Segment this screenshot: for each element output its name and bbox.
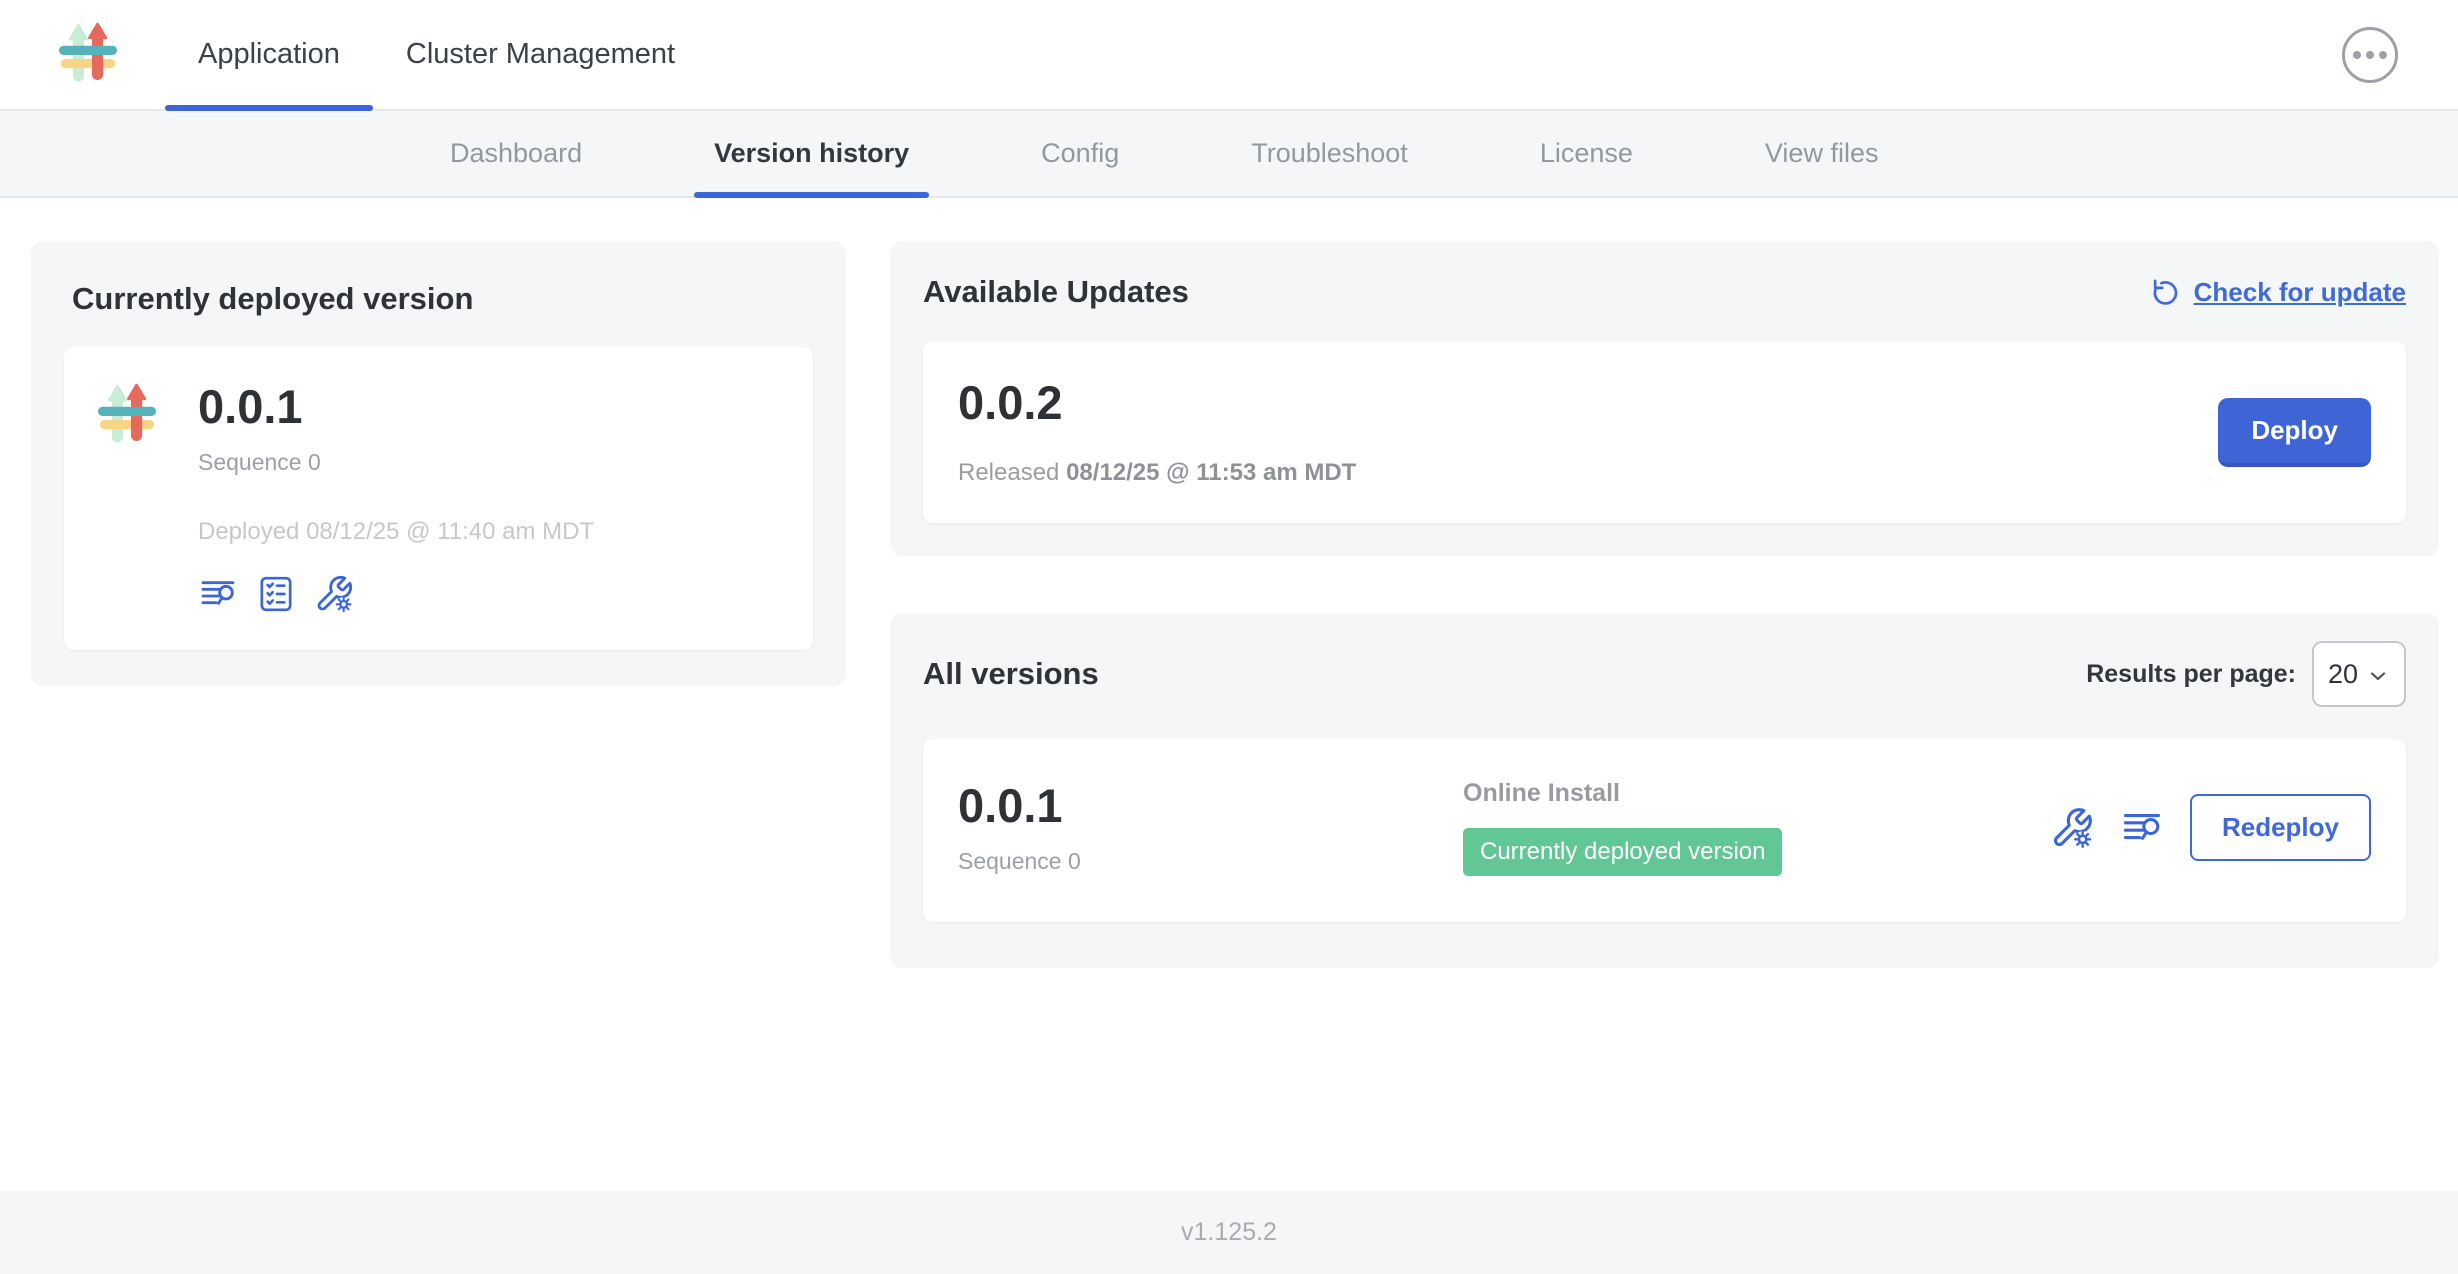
deploy-button[interactable]: Deploy (2218, 398, 2371, 467)
tab-application[interactable]: Application (165, 0, 373, 109)
edit-config-wrench-icon[interactable] (314, 574, 354, 614)
chevron-down-icon (2366, 664, 2390, 688)
ellipsis-menu-icon[interactable] (2342, 27, 2398, 83)
deployed-sequence: Sequence 0 (198, 449, 594, 476)
available-updates-header: Available Updates Check for update (923, 269, 2406, 315)
subtab-config[interactable]: Config (1021, 111, 1139, 196)
deployed-version-number: 0.0.1 (198, 381, 594, 433)
check-for-update-link[interactable]: Check for update (2149, 276, 2406, 308)
deployed-actions (198, 574, 594, 614)
tab-cluster-management[interactable]: Cluster Management (373, 0, 708, 109)
all-versions-title: All versions (923, 656, 1099, 692)
results-per-page-label: Results per page: (2086, 660, 2296, 689)
app-logo-icon (94, 381, 160, 451)
results-per-page: Results per page: 20 (2086, 641, 2406, 707)
available-updates-card: Available Updates Check for update 0.0.2… (890, 241, 2439, 556)
edit-config-wrench-icon[interactable] (2050, 806, 2094, 850)
console-version: v1.125.2 (1181, 1218, 1277, 1247)
preflight-checklist-icon[interactable] (256, 574, 296, 614)
version-row-details: 0.0.1 Sequence 0 (958, 780, 1463, 875)
version-row-status: Online Install Currently deployed versio… (1463, 779, 2050, 876)
right-column: Available Updates Check for update 0.0.2… (890, 241, 2439, 968)
subtab-dashboard[interactable]: Dashboard (430, 111, 602, 196)
results-per-page-select[interactable]: 20 (2312, 641, 2406, 707)
main-content: Currently deployed version 0.0.1 Sequenc… (0, 198, 2458, 1191)
released-prefix: Released (958, 459, 1059, 486)
deployed-version-panel: 0.0.1 Sequence 0 Deployed 08/12/25 @ 11:… (64, 347, 813, 650)
refresh-icon (2149, 276, 2181, 308)
app-logo-icon (55, 20, 121, 90)
released-date: 08/12/25 @ 11:53 am MDT (1066, 459, 1356, 486)
top-header: Application Cluster Management (0, 0, 2458, 111)
version-row-actions: Redeploy (2050, 794, 2371, 861)
redeploy-button[interactable]: Redeploy (2190, 794, 2371, 861)
results-per-page-value: 20 (2328, 659, 2358, 690)
all-versions-header: All versions Results per page: 20 (923, 641, 2406, 707)
subtab-troubleshoot[interactable]: Troubleshoot (1231, 111, 1428, 196)
row-sequence: Sequence 0 (958, 848, 1463, 875)
subtab-view-files[interactable]: View files (1745, 111, 1899, 196)
update-row: 0.0.2 Released 08/12/25 @ 11:53 am MDT D… (923, 341, 2406, 523)
tab-cluster-management-label: Cluster Management (406, 38, 675, 71)
subtab-version-history[interactable]: Version history (694, 111, 929, 196)
currently-deployed-title: Currently deployed version (72, 281, 805, 317)
currently-deployed-card: Currently deployed version 0.0.1 Sequenc… (31, 241, 846, 686)
update-released-timestamp: Released 08/12/25 @ 11:53 am MDT (958, 459, 1356, 487)
deployed-version-details: 0.0.1 Sequence 0 Deployed 08/12/25 @ 11:… (198, 381, 594, 614)
install-type-label: Online Install (1463, 779, 2050, 808)
tab-application-label: Application (198, 38, 340, 71)
app-footer: v1.125.2 (0, 1191, 2458, 1274)
currently-deployed-badge: Currently deployed version (1463, 828, 1782, 876)
check-for-update-label: Check for update (2194, 277, 2406, 308)
row-version-number: 0.0.1 (958, 780, 1463, 832)
view-logs-icon[interactable] (198, 574, 238, 614)
deployed-timestamp: Deployed 08/12/25 @ 11:40 am MDT (198, 518, 594, 546)
update-version-number: 0.0.2 (958, 377, 1356, 429)
all-versions-card: All versions Results per page: 20 0.0 (890, 613, 2439, 968)
subtab-license[interactable]: License (1520, 111, 1653, 196)
update-details: 0.0.2 Released 08/12/25 @ 11:53 am MDT (958, 377, 1356, 487)
app-subnav: Dashboard Version history Config Trouble… (0, 111, 2458, 198)
view-logs-icon[interactable] (2120, 806, 2164, 850)
version-row: 0.0.1 Sequence 0 Online Install Currentl… (923, 739, 2406, 922)
available-updates-title: Available Updates (923, 274, 1189, 310)
admin-console: Application Cluster Management Dashboard… (0, 0, 2458, 1274)
